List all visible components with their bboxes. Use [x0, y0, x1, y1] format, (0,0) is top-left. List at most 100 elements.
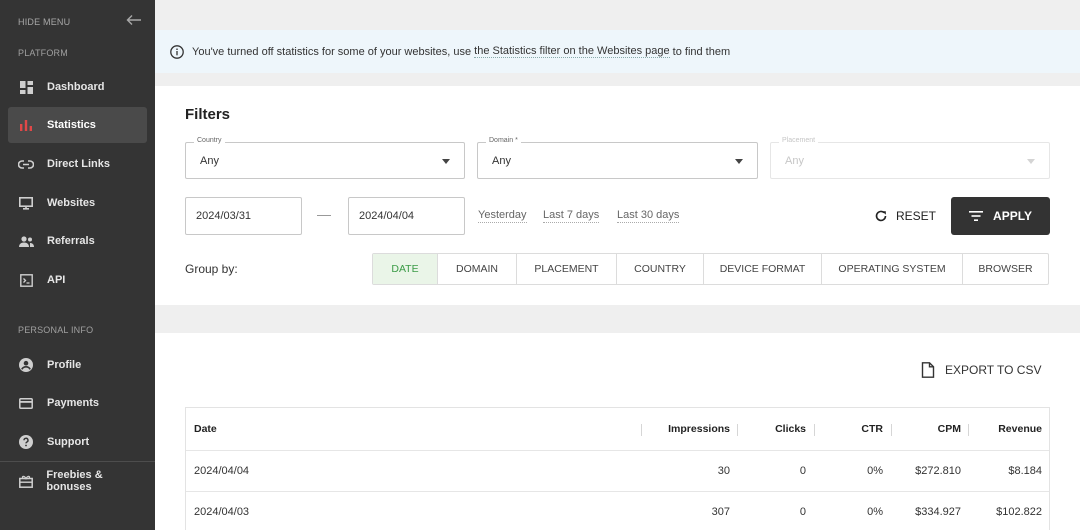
group-by-browser[interactable]: BROWSER [962, 254, 1048, 284]
dashboard-icon [18, 79, 34, 95]
people-icon [18, 233, 34, 249]
country-select[interactable]: Country Any [185, 137, 465, 179]
hide-menu-label: HIDE MENU [18, 17, 71, 27]
help-icon [18, 434, 34, 450]
placement-select-value: Any [785, 155, 804, 167]
info-icon [170, 44, 184, 59]
chevron-down-icon [735, 159, 743, 164]
sidebar-item-websites[interactable]: Websites [8, 185, 147, 221]
table-row: 2024/04/04 30 0 0% $272.810 $8.184 [186, 451, 1049, 492]
country-select-label: Country [194, 137, 225, 144]
group-by-placement[interactable]: PLACEMENT [516, 254, 616, 284]
monitor-icon [18, 195, 34, 211]
placement-select-label: Placement [779, 137, 819, 144]
quick-range-last-30-days[interactable]: Last 30 days [617, 209, 680, 223]
arrow-left-icon [126, 15, 141, 25]
export-label: EXPORT TO CSV [945, 363, 1042, 377]
column-header-ctr[interactable]: CTR [819, 408, 883, 450]
cell-cpm: $334.927 [915, 506, 961, 518]
date-from-input[interactable]: 2024/03/31 [185, 197, 302, 235]
websites-page-link[interactable]: the Statistics filter on the Websites pa… [474, 45, 670, 58]
group-by-device-format[interactable]: DEVICE FORMAT [703, 254, 821, 284]
cell-clicks: 0 [799, 506, 806, 518]
cell-cpm: $272.810 [915, 465, 961, 477]
sidebar-item-referrals[interactable]: Referrals [8, 223, 147, 259]
filters-title: Filters [185, 106, 231, 123]
cell-ctr: 0% [867, 465, 883, 477]
section-personal-heading: PERSONAL INFO [18, 325, 94, 335]
cell-impressions: 307 [711, 506, 730, 518]
cell-impressions: 30 [717, 465, 730, 477]
sidebar-item-label: Profile [47, 359, 82, 371]
sidebar-item-direct-links[interactable]: Direct Links [8, 146, 147, 182]
file-icon [921, 362, 935, 378]
user-icon [18, 357, 34, 373]
reset-label: RESET [895, 209, 936, 223]
group-by-label: Group by: [185, 262, 238, 276]
statistics-table: Date Impressions Clicks CTR CPM Revenue … [185, 407, 1050, 530]
refresh-icon [875, 210, 887, 222]
apply-button[interactable]: APPLY [951, 197, 1050, 235]
group-by-country[interactable]: COUNTRY [616, 254, 703, 284]
cell-revenue: $102.822 [996, 506, 1042, 518]
sidebar-item-api[interactable]: API [8, 262, 147, 298]
reset-button[interactable]: RESET [865, 198, 945, 234]
credit-card-icon [18, 395, 34, 411]
sidebar-item-label: Referrals [47, 235, 95, 247]
column-header-revenue[interactable]: Revenue [973, 408, 1042, 450]
sidebar-item-profile[interactable]: Profile [8, 347, 147, 383]
apply-label: APPLY [993, 209, 1032, 223]
section-platform-heading: PLATFORM [18, 48, 68, 58]
sidebar-divider [0, 461, 155, 462]
country-select-value: Any [200, 155, 219, 167]
date-range-separator [317, 215, 331, 216]
quick-range-yesterday[interactable]: Yesterday [478, 209, 527, 223]
notice-text-after: to find them [669, 45, 731, 58]
sidebar-item-label: Payments [47, 397, 99, 409]
cell-ctr: 0% [867, 506, 883, 518]
column-header-date[interactable]: Date [194, 408, 217, 450]
domain-select-value: Any [492, 155, 511, 167]
column-separator [641, 424, 642, 436]
group-by-date[interactable]: DATE [373, 254, 437, 284]
sidebar-item-freebies[interactable]: Freebies & bonuses [8, 463, 147, 499]
sidebar-item-label: API [47, 274, 66, 286]
cell-revenue: $8.184 [1008, 465, 1042, 477]
sidebar-item-label: Freebies & bonuses [46, 469, 103, 493]
group-by-domain[interactable]: DOMAIN [437, 254, 516, 284]
table-header-row: Date Impressions Clicks CTR CPM Revenue [186, 408, 1049, 451]
quick-range-last-7-days[interactable]: Last 7 days [543, 209, 600, 223]
sidebar-item-label: Support [47, 436, 90, 448]
sidebar: HIDE MENU PLATFORM Dashboard Statistics … [0, 0, 155, 530]
sidebar-item-dashboard[interactable]: Dashboard [8, 69, 147, 105]
group-by-segmented-control: DATE DOMAIN PLACEMENT COUNTRY DEVICE FOR… [372, 253, 1049, 285]
hide-menu-toggle[interactable]: HIDE MENU [18, 15, 142, 28]
sidebar-item-support[interactable]: Support [8, 424, 147, 460]
date-to-input[interactable]: 2024/04/04 [348, 197, 465, 235]
export-to-csv-button[interactable]: EXPORT TO CSV [921, 360, 1041, 380]
column-header-cpm[interactable]: CPM [896, 408, 961, 450]
chevron-down-icon [442, 159, 450, 164]
group-by-operating-system[interactable]: OPERATING SYSTEM [821, 254, 962, 284]
statistics-table-panel: EXPORT TO CSV Date Impressions Clicks CT… [155, 333, 1080, 530]
filters-panel: Filters Country Any Domain * Any Placeme… [155, 86, 1080, 305]
link-icon [18, 156, 34, 172]
notice-text-before: You've turned off statistics for some of… [192, 45, 475, 58]
sidebar-item-payments[interactable]: Payments [8, 385, 147, 421]
sidebar-item-label: Direct Links [47, 158, 110, 170]
statistics-notice-banner: You've turned off statistics for some of… [155, 30, 1080, 73]
placement-select: Placement Any [770, 137, 1050, 179]
column-header-impressions[interactable]: Impressions [646, 408, 730, 450]
chevron-down-icon [1027, 159, 1035, 164]
domain-select[interactable]: Domain * Any [477, 137, 758, 179]
sidebar-item-label: Statistics [47, 119, 96, 131]
cell-date: 2024/04/04 [194, 465, 250, 477]
cell-clicks: 0 [799, 465, 806, 477]
column-separator [968, 424, 969, 436]
column-separator [737, 424, 738, 436]
filter-lines-icon [969, 211, 984, 221]
table-row: 2024/04/03 307 0 0% $334.927 $102.822 [186, 492, 1049, 530]
cell-date: 2024/04/03 [194, 506, 250, 518]
column-header-clicks[interactable]: Clicks [742, 408, 806, 450]
sidebar-item-statistics[interactable]: Statistics [8, 107, 147, 143]
